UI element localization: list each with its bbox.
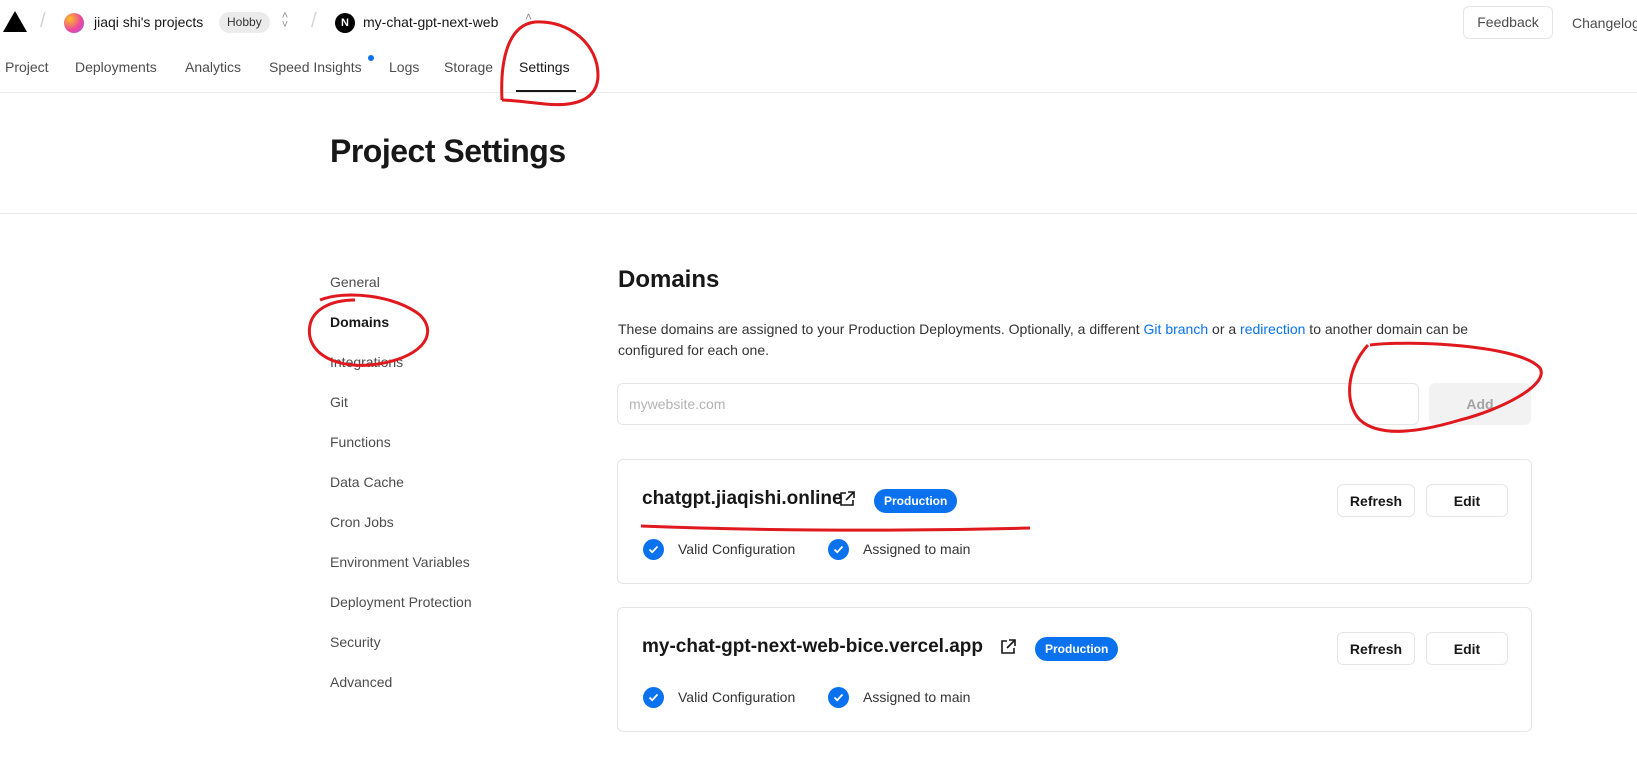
active-tab-indicator bbox=[516, 90, 576, 92]
tab-speed-insights[interactable]: Speed Insights bbox=[269, 59, 362, 75]
description-text: or a bbox=[1208, 321, 1241, 337]
breadcrumb-separator: / bbox=[40, 10, 46, 32]
check-icon bbox=[643, 687, 664, 708]
add-domain-button[interactable]: Add bbox=[1429, 383, 1531, 425]
project-icon: N bbox=[335, 13, 355, 33]
tab-logs[interactable]: Logs bbox=[389, 59, 419, 75]
tab-analytics[interactable]: Analytics bbox=[185, 59, 241, 75]
domains-title: Domains bbox=[618, 266, 720, 293]
domains-description: These domains are assigned to your Produ… bbox=[618, 319, 1518, 361]
changelog-link[interactable]: Changelog bbox=[1572, 15, 1637, 31]
tab-storage[interactable]: Storage bbox=[444, 59, 493, 75]
tab-deployments[interactable]: Deployments bbox=[75, 59, 157, 75]
top-bar: / jiaqi shi's projects Hobby ˄ ˅ / N my-c… bbox=[0, 0, 1637, 44]
project-tabs: Project Deployments Analytics Speed Insi… bbox=[0, 44, 1637, 93]
vercel-logo-icon[interactable] bbox=[3, 11, 27, 32]
page-title: Project Settings bbox=[330, 133, 566, 169]
sidebar-item-integrations[interactable]: Integrations bbox=[330, 354, 403, 370]
chevron-up-icon[interactable]: ˄ bbox=[525, 10, 532, 24]
team-name[interactable]: jiaqi shi's projects bbox=[94, 14, 203, 30]
project-name[interactable]: my-chat-gpt-next-web bbox=[363, 14, 498, 30]
plan-badge: Hobby bbox=[219, 12, 270, 33]
breadcrumb-separator: / bbox=[311, 10, 317, 32]
check-icon bbox=[828, 687, 849, 708]
notification-dot bbox=[368, 55, 374, 61]
refresh-button[interactable]: Refresh bbox=[1337, 484, 1415, 517]
description-text: These domains are assigned to your Produ… bbox=[618, 321, 1144, 337]
sidebar-item-domains[interactable]: Domains bbox=[330, 314, 389, 330]
edit-button[interactable]: Edit bbox=[1426, 632, 1508, 665]
external-link-icon[interactable] bbox=[838, 490, 856, 508]
page-header: Project Settings bbox=[0, 93, 1637, 214]
production-badge: Production bbox=[874, 489, 958, 513]
domain-card: chatgpt.jiaqishi.online Production Refre… bbox=[617, 459, 1532, 584]
edit-button[interactable]: Edit bbox=[1426, 484, 1508, 517]
domain-card: my-chat-gpt-next-web-bice.vercel.app Pro… bbox=[617, 607, 1532, 732]
chevron-up-down-icon[interactable]: ˄ ˅ bbox=[279, 11, 291, 32]
sidebar-item-general[interactable]: General bbox=[330, 274, 380, 290]
domain-input[interactable] bbox=[617, 383, 1419, 425]
external-link-icon[interactable] bbox=[999, 638, 1017, 656]
team-avatar[interactable] bbox=[64, 13, 84, 33]
sidebar-item-deployment-protection[interactable]: Deployment Protection bbox=[330, 594, 472, 610]
status-label: Assigned to main bbox=[863, 541, 971, 557]
refresh-button[interactable]: Refresh bbox=[1337, 632, 1415, 665]
tab-project[interactable]: Project bbox=[5, 59, 49, 75]
status-label: Valid Configuration bbox=[678, 541, 796, 557]
check-icon bbox=[643, 539, 664, 560]
status-label: Valid Configuration bbox=[678, 689, 796, 705]
feedback-button[interactable]: Feedback bbox=[1463, 6, 1553, 39]
sidebar-item-environment-variables[interactable]: Environment Variables bbox=[330, 554, 470, 570]
production-badge: Production bbox=[1035, 637, 1119, 661]
redirection-link[interactable]: redirection bbox=[1240, 321, 1305, 337]
sidebar-item-functions[interactable]: Functions bbox=[330, 434, 391, 450]
sidebar-item-cron-jobs[interactable]: Cron Jobs bbox=[330, 514, 394, 530]
sidebar-item-git[interactable]: Git bbox=[330, 394, 348, 410]
git-branch-link[interactable]: Git branch bbox=[1144, 321, 1209, 337]
tab-settings[interactable]: Settings bbox=[519, 59, 570, 75]
sidebar-item-data-cache[interactable]: Data Cache bbox=[330, 474, 404, 490]
sidebar-item-security[interactable]: Security bbox=[330, 634, 381, 650]
status-label: Assigned to main bbox=[863, 689, 971, 705]
domain-name[interactable]: chatgpt.jiaqishi.online bbox=[642, 488, 843, 510]
check-icon bbox=[828, 539, 849, 560]
sidebar-item-advanced[interactable]: Advanced bbox=[330, 674, 392, 690]
domain-name[interactable]: my-chat-gpt-next-web-bice.vercel.app bbox=[642, 636, 983, 658]
